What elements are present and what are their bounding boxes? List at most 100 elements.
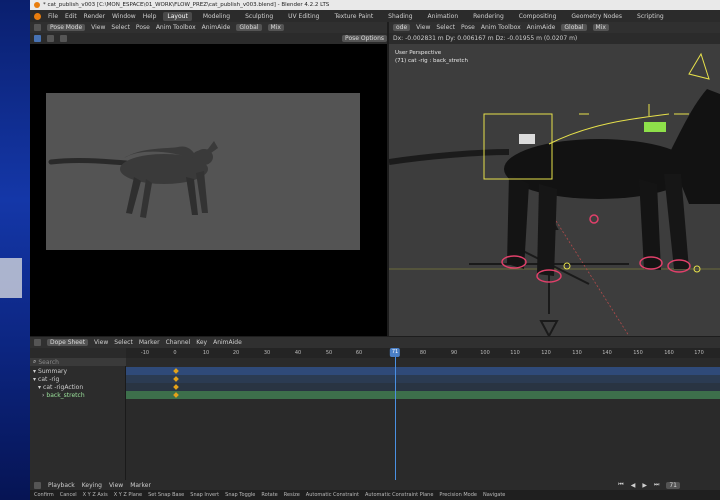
jump-end-icon[interactable]: ⏭ — [654, 481, 659, 489]
playback-menu[interactable]: Playback — [48, 482, 75, 489]
status-snap-invert: Snap Invert — [190, 492, 220, 498]
mix-dropdown[interactable]: Mix — [267, 24, 284, 31]
dope-menu-view[interactable]: View — [94, 339, 108, 346]
menu-select-right[interactable]: Select — [436, 24, 455, 31]
orientation-dropdown[interactable]: Global — [236, 24, 262, 31]
menu-help[interactable]: Help — [143, 13, 157, 20]
status-confirm: Confirm — [34, 492, 54, 498]
desktop-background — [0, 0, 30, 500]
rigged-cat-scene[interactable] — [389, 44, 720, 336]
expand-arrow-icon[interactable]: ▾ — [38, 384, 41, 391]
tab-uv-editing[interactable]: UV Editing — [284, 12, 323, 21]
ruler-tick: 50 — [325, 350, 333, 356]
top-menu-bar: File Edit Render Window Help Layout Mode… — [30, 10, 720, 22]
track-summary[interactable] — [126, 367, 720, 375]
dope-editor-type-icon[interactable] — [34, 339, 41, 346]
blender-menu-icon[interactable] — [34, 12, 41, 20]
tab-geometry-nodes[interactable]: Geometry Nodes — [567, 12, 626, 21]
menu-animaide[interactable]: AnimAide — [202, 24, 231, 31]
dope-mode-dropdown[interactable]: Dope Sheet — [47, 339, 89, 346]
pose-options-dropdown[interactable]: Pose Options — [342, 35, 387, 42]
menu-view[interactable]: View — [91, 24, 105, 31]
menu-view-right[interactable]: View — [416, 24, 430, 31]
select-mode-icon-2[interactable] — [60, 35, 67, 42]
mode-dropdown-right[interactable]: ode — [393, 24, 411, 31]
orientation-dropdown-right[interactable]: Global — [561, 24, 587, 31]
ruler-tick: 130 — [572, 350, 582, 356]
expand-arrow-icon[interactable]: ▾ — [33, 368, 36, 375]
menu-animaide-right[interactable]: AnimAide — [527, 24, 556, 31]
menu-window[interactable]: Window — [112, 13, 136, 20]
channel-row-back-stretch[interactable]: › back_stretch — [30, 391, 126, 399]
editor-type-icon[interactable] — [34, 24, 41, 31]
channel-row-rig[interactable]: ▾ cat -rig — [30, 375, 126, 383]
dope-menu-select[interactable]: Select — [114, 339, 133, 346]
mode-dropdown[interactable]: Pose Mode — [47, 24, 86, 31]
menu-render[interactable]: Render — [84, 13, 105, 20]
search-icon: ⌕ — [33, 358, 37, 365]
menu-anim-toolbox[interactable]: Anim Toolbox — [156, 24, 196, 31]
status-cancel: Cancel — [59, 492, 77, 498]
view-menu[interactable]: View — [109, 482, 123, 489]
channel-label: Summary — [38, 367, 68, 375]
status-snap-toggle: Snap Toggle — [225, 492, 256, 498]
menu-edit[interactable]: Edit — [65, 13, 77, 20]
expand-arrow-icon[interactable]: › — [42, 392, 44, 399]
playhead-line[interactable] — [395, 348, 396, 480]
left-tool-header: Pose Options — [30, 33, 387, 44]
play-icon[interactable]: ▶ — [642, 482, 647, 489]
dope-sheet-editor[interactable]: Dope Sheet View Select Marker Channel Ke… — [30, 337, 720, 480]
ruler-tick: 40 — [294, 350, 302, 356]
play-reverse-icon[interactable]: ◀ — [631, 482, 636, 489]
dope-menu-animaide[interactable]: AnimAide — [213, 339, 242, 346]
track-rig[interactable] — [126, 375, 720, 383]
channel-row-action[interactable]: ▾ cat -rigAction — [30, 383, 126, 391]
dope-menu-key[interactable]: Key — [196, 339, 207, 346]
tab-compositing[interactable]: Compositing — [515, 12, 561, 21]
frame-ruler[interactable]: -10 0 10 20 30 40 50 60 80 90 100 110 12… — [126, 348, 720, 358]
blender-logo-icon — [34, 2, 40, 8]
tab-rendering[interactable]: Rendering — [469, 12, 508, 21]
keying-menu[interactable]: Keying — [82, 482, 102, 489]
mix-dropdown-right[interactable]: Mix — [592, 24, 609, 31]
channel-search-input[interactable]: Search — [38, 359, 59, 366]
3d-viewport[interactable]: ode View Select Pose Anim Toolbox AnimAi… — [389, 22, 720, 336]
menu-file[interactable]: File — [48, 13, 58, 20]
timeline-editor-icon[interactable] — [34, 481, 41, 489]
tab-texture-paint[interactable]: Texture Paint — [330, 12, 377, 21]
ruler-tick: -10 — [140, 350, 150, 356]
status-precision: Precision Mode — [439, 492, 477, 498]
marker-menu[interactable]: Marker — [130, 482, 151, 489]
menu-pose-right[interactable]: Pose — [461, 24, 475, 31]
ruler-tick: 80 — [419, 350, 427, 356]
current-frame-indicator[interactable]: 71 — [389, 348, 401, 357]
tab-shading[interactable]: Shading — [384, 12, 416, 21]
ruler-tick: 160 — [664, 350, 674, 356]
right-viewport-header: ode View Select Pose Anim Toolbox AnimAi… — [389, 22, 720, 33]
channel-label: back_stretch — [46, 391, 85, 399]
menu-anim-toolbox-right[interactable]: Anim Toolbox — [481, 24, 521, 31]
track-action[interactable] — [126, 383, 720, 391]
tab-scripting[interactable]: Scripting — [633, 12, 668, 21]
select-box-icon[interactable] — [34, 35, 41, 42]
ruler-tick: 0 — [173, 350, 177, 356]
select-mode-icon[interactable] — [47, 35, 54, 42]
dope-menu-marker[interactable]: Marker — [139, 339, 160, 346]
tab-modeling[interactable]: Modeling — [199, 12, 234, 21]
camera-viewport[interactable]: Pose Mode View Select Pose Anim Toolbox … — [30, 22, 387, 336]
channel-label: cat -rig — [38, 375, 60, 383]
menu-select[interactable]: Select — [111, 24, 130, 31]
channel-search[interactable]: ⌕ Search — [30, 358, 126, 366]
ruler-tick: 120 — [541, 350, 551, 356]
ruler-tick: 20 — [232, 350, 240, 356]
current-frame-field[interactable]: 71 — [666, 481, 680, 489]
channel-row-summary[interactable]: ▾ Summary — [30, 367, 126, 375]
dope-menu-channel[interactable]: Channel — [166, 339, 191, 346]
expand-arrow-icon[interactable]: ▾ — [33, 376, 36, 383]
tab-layout[interactable]: Layout — [163, 11, 192, 21]
jump-start-icon[interactable]: ⏮ — [618, 481, 623, 489]
tab-animation[interactable]: Animation — [424, 12, 463, 21]
tab-sculpting[interactable]: Sculpting — [241, 12, 277, 21]
menu-pose[interactable]: Pose — [136, 24, 150, 31]
track-back-stretch[interactable] — [126, 391, 720, 399]
